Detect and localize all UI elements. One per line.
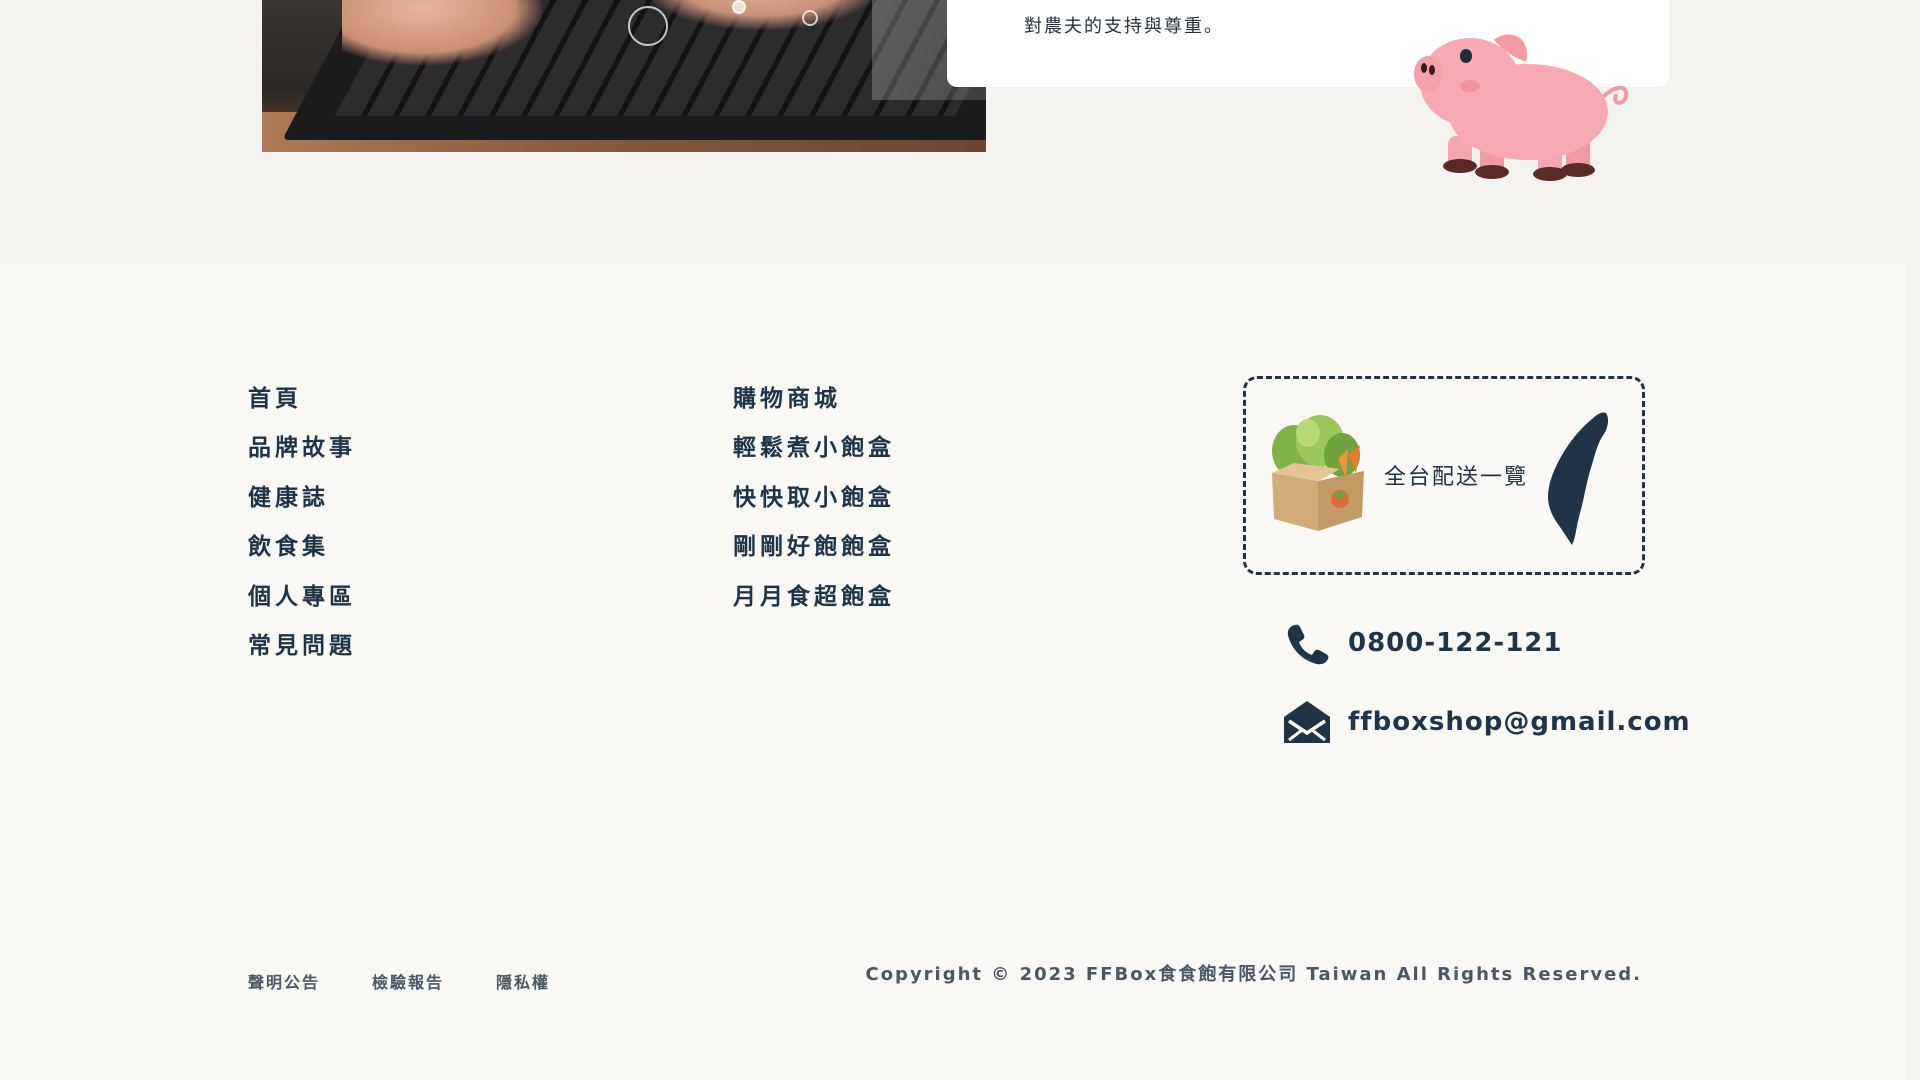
vegetable-box-icon xyxy=(1272,415,1364,531)
mail-icon xyxy=(1282,699,1332,745)
pig-illustration xyxy=(1414,34,1629,181)
copyright-text: Copyright © 2023 FFBox食食飽有限公司 Taiwan All… xyxy=(865,964,1642,985)
contact-phone[interactable]: 0800-122-121 xyxy=(1282,620,1563,666)
laptop-photo xyxy=(262,0,986,152)
footer-link-brand-story[interactable]: 品牌故事 xyxy=(248,432,356,481)
intro-section-tail: 對農夫的支持與尊重。 xyxy=(0,0,1920,263)
delivery-coverage-button[interactable]: 全台配送一覽 xyxy=(1243,376,1645,575)
legal-link-statement[interactable]: 聲明公告 xyxy=(248,969,320,993)
phone-number: 0800-122-121 xyxy=(1348,628,1563,658)
footer-link-shop[interactable]: 購物商城 xyxy=(733,383,895,432)
contact-email[interactable]: ffboxshop@gmail.com xyxy=(1282,699,1691,745)
legal-links: 聲明公告 檢驗報告 隱私權 xyxy=(248,969,550,993)
footer-link-food-collection[interactable]: 飲食集 xyxy=(248,531,356,580)
taiwan-map-icon xyxy=(1548,412,1609,545)
footer-link-faq[interactable]: 常見問題 xyxy=(248,630,356,679)
delivery-label: 全台配送一覽 xyxy=(1384,465,1529,490)
intro-card-text: 對農夫的支持與尊重。 xyxy=(1024,16,1224,37)
footer-nav-primary: 首頁 品牌故事 健康誌 飲食集 個人專區 常見問題 xyxy=(248,383,356,679)
footer-nav-shop: 購物商城 輕鬆煮小飽盒 快快取小飽盒 剛剛好飽飽盒 月月食超飽盒 xyxy=(733,383,895,630)
phone-icon xyxy=(1282,620,1332,666)
footer-link-quick-box[interactable]: 快快取小飽盒 xyxy=(733,482,895,531)
footer-link-just-right-box[interactable]: 剛剛好飽飽盒 xyxy=(733,531,895,580)
footer-link-home[interactable]: 首頁 xyxy=(248,383,356,432)
footer-link-member-area[interactable]: 個人專區 xyxy=(248,581,356,630)
email-address: ffboxshop@gmail.com xyxy=(1348,707,1691,737)
site-footer: 首頁 品牌故事 健康誌 飲食集 個人專區 常見問題 購物商城 輕鬆煮小飽盒 快快… xyxy=(0,263,1906,1080)
legal-link-inspection-report[interactable]: 檢驗報告 xyxy=(372,969,444,993)
footer-link-monthly-box[interactable]: 月月食超飽盒 xyxy=(733,581,895,630)
footer-link-health-journal[interactable]: 健康誌 xyxy=(248,482,356,531)
footer-link-easy-cook-box[interactable]: 輕鬆煮小飽盒 xyxy=(733,432,895,481)
legal-link-privacy[interactable]: 隱私權 xyxy=(496,969,550,993)
